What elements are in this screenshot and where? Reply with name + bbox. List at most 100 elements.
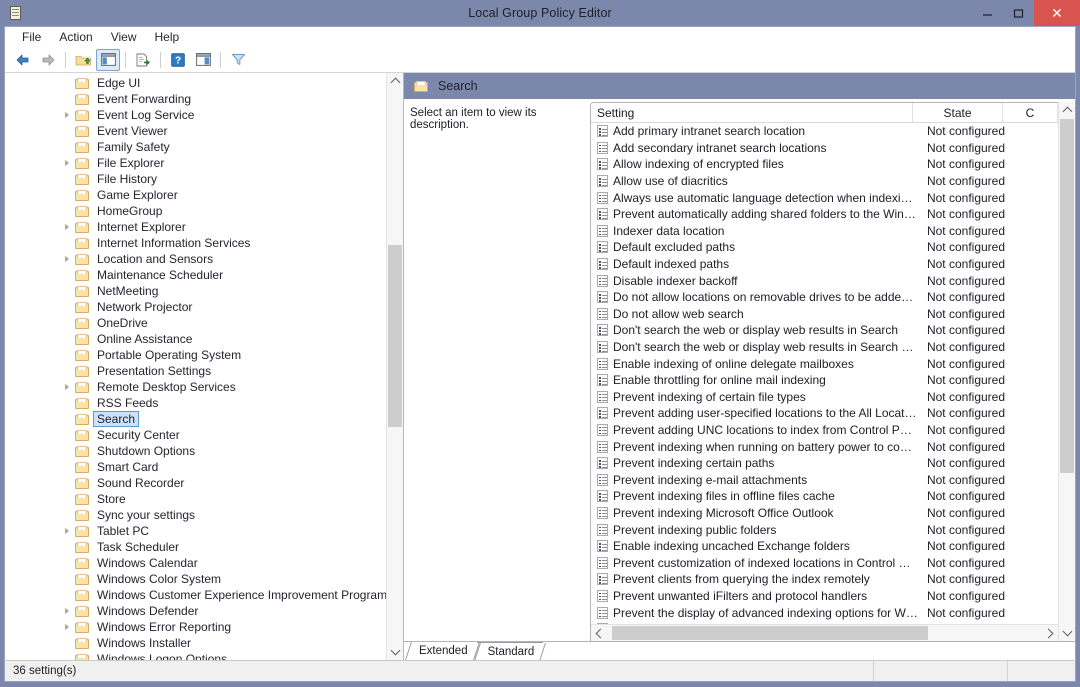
list-scroll-track[interactable] xyxy=(1059,119,1075,624)
tree-item-remote-desktop-services[interactable]: Remote Desktop Services xyxy=(5,379,386,395)
table-row[interactable]: Don't search the web or display web resu… xyxy=(591,322,1058,339)
table-row[interactable]: Prevent indexing files in offline files … xyxy=(591,488,1058,505)
tree-item-security-center[interactable]: Security Center xyxy=(5,427,386,443)
export-list-icon[interactable] xyxy=(131,49,155,71)
expand-arrow-icon[interactable] xyxy=(61,224,73,230)
tree-item-rss-feeds[interactable]: RSS Feeds xyxy=(5,395,386,411)
up-one-level-icon[interactable] xyxy=(71,49,95,71)
close-button[interactable]: ✕ xyxy=(1034,0,1080,26)
tree-item-tablet-pc[interactable]: Tablet PC xyxy=(5,523,386,539)
tree-item-windows-calendar[interactable]: Windows Calendar xyxy=(5,555,386,571)
settings-rows[interactable]: Add primary intranet search location Not … xyxy=(591,123,1058,624)
tree-scroll-track[interactable] xyxy=(387,90,403,643)
help-icon[interactable]: ? xyxy=(166,49,190,71)
table-row[interactable]: Prevent unwanted iFilters and protocol h… xyxy=(591,588,1058,605)
hscroll-track[interactable] xyxy=(608,625,1041,641)
table-row[interactable]: Enable indexing uncached Exchange folder… xyxy=(591,538,1058,555)
tree-item-windows-installer[interactable]: Windows Installer xyxy=(5,635,386,651)
menu-action[interactable]: Action xyxy=(50,29,101,45)
tree-item-online-assistance[interactable]: Online Assistance xyxy=(5,331,386,347)
table-row[interactable]: Default indexed paths Not configured xyxy=(591,256,1058,273)
tree-item-onedrive[interactable]: OneDrive xyxy=(5,315,386,331)
console-tree[interactable]: Edge UI Event Forwarding Event Log Service… xyxy=(5,73,386,660)
tree-item-network-projector[interactable]: Network Projector xyxy=(5,299,386,315)
table-row[interactable]: Add primary intranet search location Not … xyxy=(591,123,1058,140)
tree-item-windows-color-system[interactable]: Windows Color System xyxy=(5,571,386,587)
tree-item-presentation-settings[interactable]: Presentation Settings xyxy=(5,363,386,379)
table-row[interactable]: Prevent the display of advanced indexing… xyxy=(591,604,1058,621)
list-scroll-thumb[interactable] xyxy=(1060,119,1074,473)
tree-item-maintenance-scheduler[interactable]: Maintenance Scheduler xyxy=(5,267,386,283)
table-row[interactable]: Prevent indexing certain paths Not config… xyxy=(591,455,1058,472)
expand-arrow-icon[interactable] xyxy=(61,608,73,614)
table-row[interactable]: Allow indexing of encrypted files Not con… xyxy=(591,156,1058,173)
table-row[interactable]: Prevent indexing public folders Not confi… xyxy=(591,521,1058,538)
table-row[interactable]: Add secondary intranet search locations N… xyxy=(591,140,1058,157)
tree-item-event-viewer[interactable]: Event Viewer xyxy=(5,123,386,139)
tree-item-edge-ui[interactable]: Edge UI xyxy=(5,75,386,91)
expand-arrow-icon[interactable] xyxy=(61,528,73,534)
tree-item-internet-information-services[interactable]: Internet Information Services xyxy=(5,235,386,251)
tree-item-event-log-service[interactable]: Event Log Service xyxy=(5,107,386,123)
filter-icon[interactable] xyxy=(226,49,250,71)
menu-file[interactable]: File xyxy=(13,29,50,45)
table-row[interactable]: Do not allow web search Not configured xyxy=(591,306,1058,323)
show-hide-console-tree-icon[interactable] xyxy=(96,48,120,71)
maximize-button[interactable] xyxy=(1003,0,1034,26)
title-bar[interactable]: Local Group Policy Editor ✕ xyxy=(0,0,1080,26)
table-row[interactable]: Prevent automatically adding shared fold… xyxy=(591,206,1058,223)
tree-item-location-and-sensors[interactable]: Location and Sensors xyxy=(5,251,386,267)
tree-item-windows-customer-experience-improvement-program[interactable]: Windows Customer Experience Improvement … xyxy=(5,587,386,603)
column-comment[interactable]: C xyxy=(1003,103,1058,122)
column-setting[interactable]: Setting xyxy=(591,103,913,122)
tree-item-internet-explorer[interactable]: Internet Explorer xyxy=(5,219,386,235)
tree-vertical-scrollbar[interactable] xyxy=(386,73,403,660)
tree-item-sound-recorder[interactable]: Sound Recorder xyxy=(5,475,386,491)
menu-help[interactable]: Help xyxy=(146,29,189,45)
tree-item-portable-operating-system[interactable]: Portable Operating System xyxy=(5,347,386,363)
expand-arrow-icon[interactable] xyxy=(61,384,73,390)
tree-item-shutdown-options[interactable]: Shutdown Options xyxy=(5,443,386,459)
tree-item-homegroup[interactable]: HomeGroup xyxy=(5,203,386,219)
list-vertical-scrollbar[interactable] xyxy=(1058,102,1075,641)
tree-item-search[interactable]: Search xyxy=(5,411,386,427)
expand-arrow-icon[interactable] xyxy=(61,112,73,118)
tree-item-sync-your-settings[interactable]: Sync your settings xyxy=(5,507,386,523)
settings-list-view[interactable]: Setting State C Add primary intranet sea… xyxy=(590,102,1058,641)
tree-scroll-thumb[interactable] xyxy=(388,244,402,428)
scroll-down-icon[interactable] xyxy=(1059,624,1075,641)
tree-item-windows-error-reporting[interactable]: Windows Error Reporting xyxy=(5,619,386,635)
table-row[interactable]: Enable indexing of online delegate mailb… xyxy=(591,355,1058,372)
table-row[interactable]: Prevent indexing e-mail attachments Not c… xyxy=(591,471,1058,488)
expand-arrow-icon[interactable] xyxy=(61,256,73,262)
scroll-left-icon[interactable] xyxy=(591,625,608,641)
table-row[interactable]: Default excluded paths Not configured xyxy=(591,239,1058,256)
tree-item-windows-defender[interactable]: Windows Defender xyxy=(5,603,386,619)
table-row[interactable]: Enable throttling for online mail indexi… xyxy=(591,372,1058,389)
expand-arrow-icon[interactable] xyxy=(61,624,73,630)
tree-item-event-forwarding[interactable]: Event Forwarding xyxy=(5,91,386,107)
tab-standard[interactable]: Standard xyxy=(476,642,544,660)
table-row[interactable]: Prevent clients from querying the index … xyxy=(591,571,1058,588)
back-arrow-icon[interactable] xyxy=(11,49,35,71)
tree-item-store[interactable]: Store xyxy=(5,491,386,507)
tree-item-file-history[interactable]: File History xyxy=(5,171,386,187)
list-horizontal-scrollbar[interactable] xyxy=(591,624,1058,641)
table-row[interactable]: Prevent indexing Microsoft Office Outloo… xyxy=(591,505,1058,522)
scroll-up-icon[interactable] xyxy=(1059,102,1075,119)
table-row[interactable]: Do not allow locations on removable driv… xyxy=(591,289,1058,306)
tree-item-task-scheduler[interactable]: Task Scheduler xyxy=(5,539,386,555)
menu-view[interactable]: View xyxy=(102,29,146,45)
table-row[interactable]: Prevent indexing of certain file types No… xyxy=(591,389,1058,406)
table-row[interactable]: Disable indexer backoff Not configured xyxy=(591,272,1058,289)
tree-item-smart-card[interactable]: Smart Card xyxy=(5,459,386,475)
expand-arrow-icon[interactable] xyxy=(61,160,73,166)
hscroll-thumb[interactable] xyxy=(612,626,929,640)
forward-arrow-icon[interactable] xyxy=(36,49,60,71)
table-row[interactable]: Prevent adding user-specified locations … xyxy=(591,405,1058,422)
tree-item-family-safety[interactable]: Family Safety xyxy=(5,139,386,155)
tree-item-netmeeting[interactable]: NetMeeting xyxy=(5,283,386,299)
scroll-down-icon[interactable] xyxy=(387,643,403,660)
table-row[interactable]: Prevent customization of indexed locatio… xyxy=(591,554,1058,571)
tree-item-windows-logon-options[interactable]: Windows Logon Options xyxy=(5,651,386,660)
